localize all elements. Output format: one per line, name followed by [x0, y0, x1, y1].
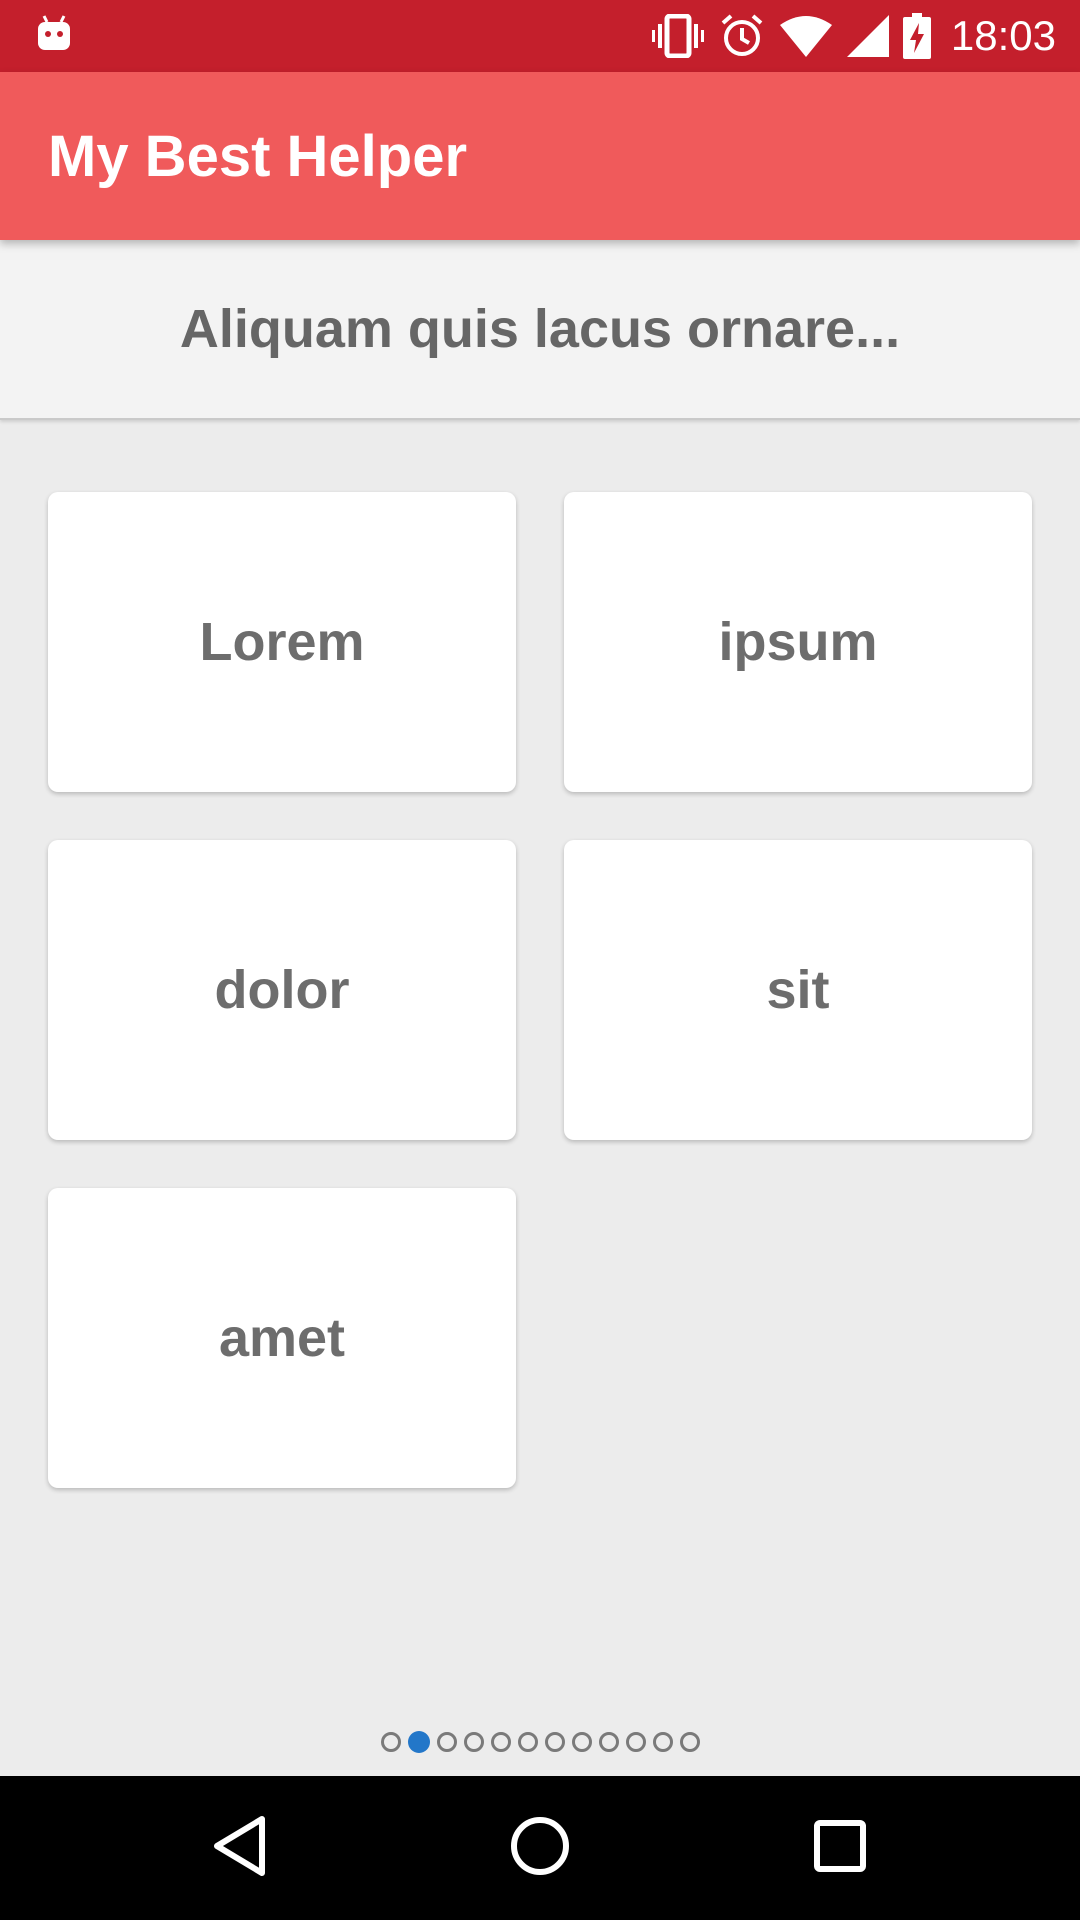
card-label: sit [766, 960, 830, 1020]
recents-button[interactable] [760, 1776, 920, 1920]
wifi-icon [779, 15, 833, 57]
clock: 18:03 [950, 12, 1056, 59]
app-bar: My Best Helper [0, 72, 1080, 240]
page-dot[interactable] [463, 1732, 484, 1752]
home-button[interactable] [460, 1776, 620, 1920]
back-icon [212, 1815, 268, 1882]
page-dot[interactable] [652, 1732, 673, 1752]
vibrate-icon [651, 14, 705, 58]
card-label: ipsum [718, 612, 878, 672]
page-dot[interactable] [490, 1732, 511, 1752]
banner-text: Aliquam quis lacus ornare... [179, 299, 901, 359]
page-dot[interactable] [380, 1732, 401, 1752]
back-button[interactable] [160, 1776, 320, 1920]
app-title: My Best Helper [48, 123, 468, 189]
page-dot[interactable] [625, 1732, 646, 1752]
alarm-icon [719, 13, 765, 59]
status-icons: 18:03 [651, 0, 1056, 72]
card-dolor[interactable]: dolor [48, 840, 516, 1140]
page-dot[interactable] [571, 1732, 592, 1752]
header-banner: Aliquam quis lacus ornare... [0, 240, 1080, 420]
card-label: dolor [214, 960, 350, 1020]
card-label: Lorem [199, 612, 365, 672]
home-icon [510, 1816, 570, 1881]
page-dot[interactable] [517, 1732, 538, 1752]
recents-icon [814, 1819, 866, 1877]
card-amet[interactable]: amet [48, 1188, 516, 1488]
page-dot[interactable] [598, 1732, 619, 1752]
page-dot[interactable] [679, 1732, 700, 1752]
android-icon [36, 14, 72, 54]
page-dot[interactable] [436, 1732, 457, 1752]
page-dot[interactable] [544, 1732, 565, 1752]
signal-icon [846, 15, 889, 57]
battery-charging-icon [902, 13, 931, 59]
navigation-bar [0, 1776, 1080, 1920]
page-dot-active[interactable] [407, 1731, 430, 1753]
card-label: amet [218, 1308, 346, 1368]
page-indicator[interactable] [0, 1728, 1080, 1756]
card-ipsum[interactable]: ipsum [564, 492, 1032, 792]
status-bar: 18:03 [0, 0, 1080, 72]
card-sit[interactable]: sit [564, 840, 1032, 1140]
card-lorem[interactable]: Lorem [48, 492, 516, 792]
